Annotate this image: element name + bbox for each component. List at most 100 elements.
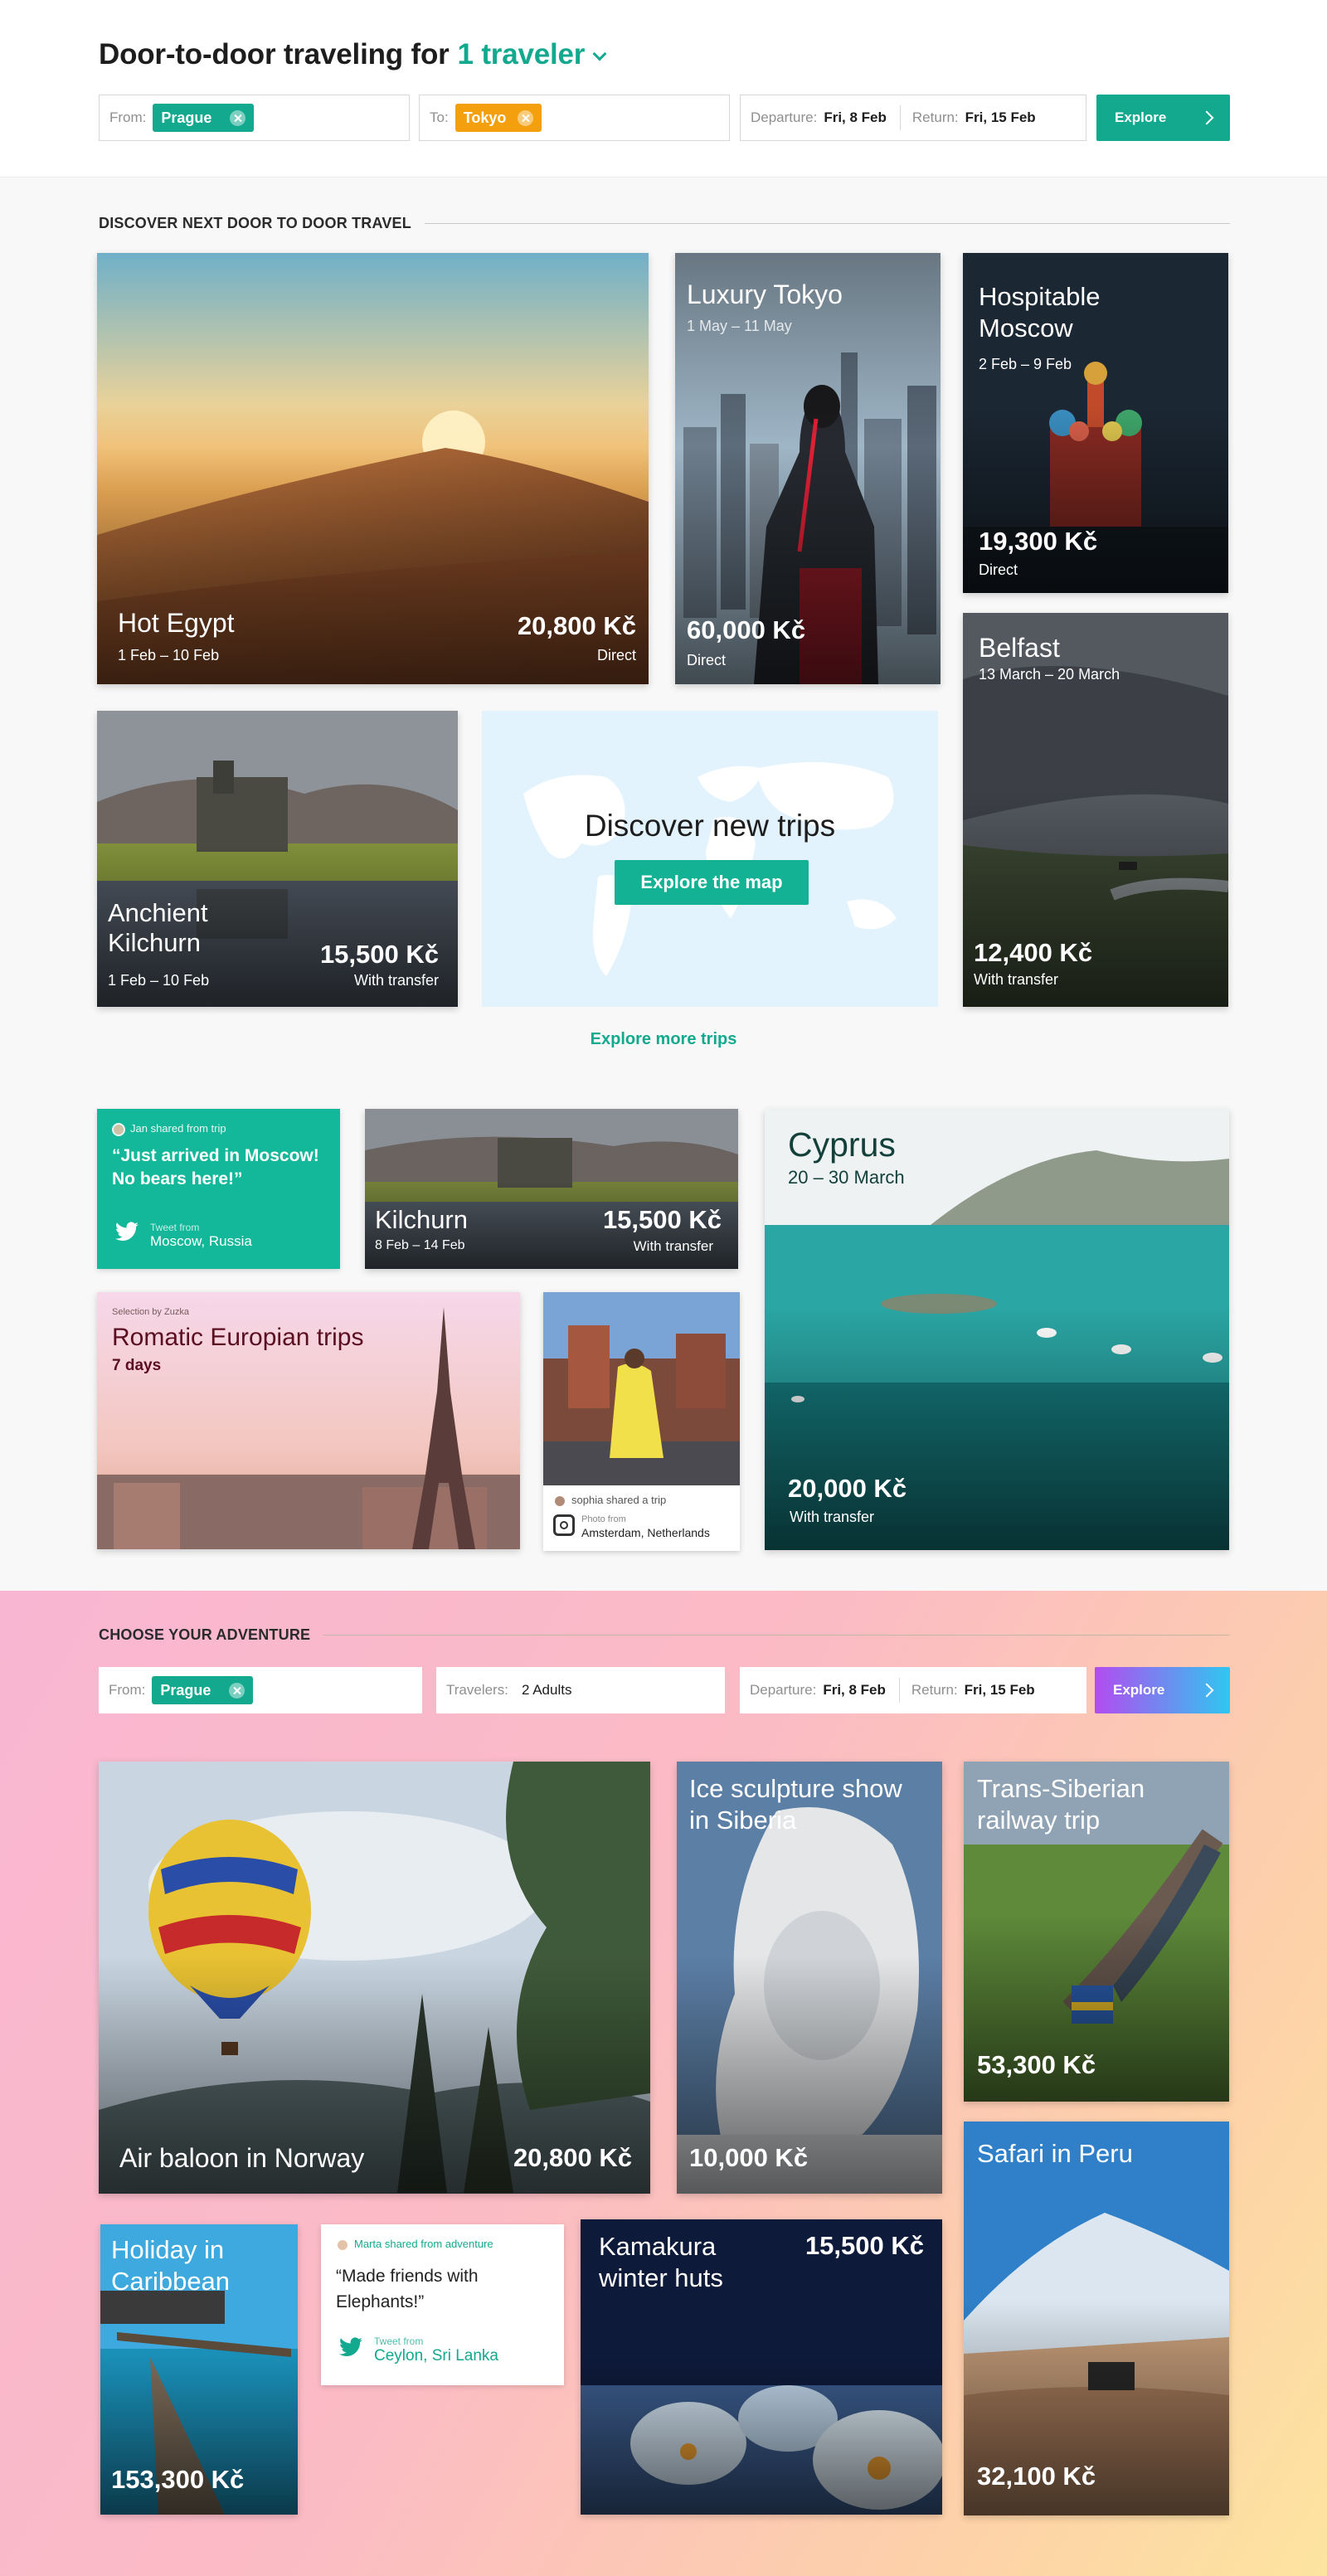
trip-card-moscow[interactable]: Hospitable Moscow 2 Feb – 9 Feb 19,300 K… xyxy=(963,253,1228,593)
from-field[interactable]: From: Prague xyxy=(99,1667,422,1713)
adventure-card-kamakura[interactable]: Kamakura winter huts 15,500 Kč xyxy=(581,2219,942,2515)
twitter-icon xyxy=(115,1222,139,1242)
twitter-icon xyxy=(339,2337,362,2357)
card-title: Trans-Siberian railway trip xyxy=(977,1774,1145,1835)
card-price: 20,000 Kč xyxy=(788,1474,907,1503)
card-note: Direct xyxy=(979,561,1018,578)
trip-card-tokyo[interactable]: Luxury Tokyo 1 May – 11 May 60,000 Kč Di… xyxy=(675,253,941,684)
dates-field[interactable]: Departure: Fri, 8 Feb Return: Fri, 15 Fe… xyxy=(740,1667,1086,1713)
collection-card-romantic[interactable]: Selection by Zuzka Romatic Europian trip… xyxy=(97,1292,520,1549)
to-field[interactable]: To: Tokyo xyxy=(419,95,730,141)
card-dates: 2 Feb – 9 Feb xyxy=(979,356,1072,372)
card-title: Safari in Peru xyxy=(977,2139,1133,2168)
explore-button[interactable]: Explore xyxy=(1096,95,1230,141)
card-price: 15,500 Kč xyxy=(602,1205,722,1234)
tweet-location: Moscow, Russia xyxy=(150,1233,252,1249)
clear-icon[interactable] xyxy=(230,109,246,126)
divider xyxy=(899,105,901,130)
card-title: Hospitable Moscow xyxy=(979,282,1101,343)
chevron-right-icon xyxy=(1199,1683,1214,1698)
section-title-discover: DISCOVER NEXT DOOR TO DOOR TRAVEL xyxy=(99,214,1230,232)
traveler-count[interactable]: 1 traveler xyxy=(458,38,586,70)
map-title: Discover new trips xyxy=(584,809,836,843)
card-price: 60,000 Kč xyxy=(687,615,806,644)
from-chip[interactable]: Prague xyxy=(153,104,255,132)
from-label: From: xyxy=(109,1682,146,1698)
explore-more-link[interactable]: Explore more trips xyxy=(0,1030,1327,1049)
card-price: 10,000 Kč xyxy=(689,2143,809,2172)
insta-location: Amsterdam, Netherlands xyxy=(581,1526,710,1539)
travelers-value[interactable]: 2 Adults xyxy=(522,1682,572,1699)
shared-by: Jan shared from trip xyxy=(130,1122,226,1135)
avatar xyxy=(112,1122,125,1136)
return-value[interactable]: Fri, 15 Feb xyxy=(965,1682,1035,1699)
chevron-down-icon[interactable] xyxy=(592,46,607,61)
explore-button[interactable]: Explore xyxy=(1095,1667,1230,1713)
shared-by: sophia shared a trip xyxy=(571,1494,667,1506)
avatar xyxy=(553,1494,566,1508)
dates-field[interactable]: Departure: Fri, 8 Feb Return: Fri, 15 Fe… xyxy=(740,95,1086,141)
tweet-card-moscow[interactable]: Jan shared from trip “Just arrived in Mo… xyxy=(97,1109,340,1269)
adventure-card-peru[interactable]: Safari in Peru 32,100 Kč xyxy=(964,2122,1229,2515)
page-title-text: Door-to-door traveling for xyxy=(99,38,450,70)
search-header: Door-to-door traveling for 1 traveler Fro… xyxy=(0,0,1327,177)
card-dates: 13 March – 20 March xyxy=(979,666,1120,683)
card-title: Ice sculpture show in Siberia xyxy=(689,1774,902,1835)
card-title: Luxury Tokyo xyxy=(687,279,843,309)
insta-card-amsterdam[interactable]: sophia shared a trip Photo from Amsterda… xyxy=(543,1292,740,1551)
trip-card-kilchurn[interactable]: Anchient Kilchurn 1 Feb – 10 Feb 15,500 … xyxy=(97,711,458,1007)
image-shade xyxy=(675,447,941,684)
travelers-field[interactable]: Travelers: 2 Adults xyxy=(436,1667,725,1713)
card-price: 53,300 Kč xyxy=(977,2050,1096,2079)
from-field[interactable]: From: Prague xyxy=(99,95,410,141)
explore-label: Explore xyxy=(1113,1682,1165,1698)
card-title: Anchient Kilchurn xyxy=(108,898,208,957)
map-card[interactable]: Discover new trips Explore the map xyxy=(482,711,938,1007)
departure-value[interactable]: Fri, 8 Feb xyxy=(824,109,887,126)
departure-label: Departure: xyxy=(750,1682,817,1698)
card-title: Kilchurn xyxy=(375,1205,468,1234)
return-value[interactable]: Fri, 15 Feb xyxy=(965,109,1036,126)
section-title-text: DISCOVER NEXT DOOR TO DOOR TRAVEL xyxy=(99,214,411,231)
to-value: Tokyo xyxy=(463,109,507,126)
trip-card-kilchurn-small[interactable]: Kilchurn 8 Feb – 14 Feb 15,500 Kč With t… xyxy=(365,1109,738,1269)
card-dates: 1 Feb – 10 Feb xyxy=(118,647,220,663)
adventure-card-trans-siberian[interactable]: Trans-Siberian railway trip 53,300 Kč xyxy=(964,1762,1229,2102)
card-price: 15,500 Kč xyxy=(804,2231,924,2260)
adventure-card-siberia[interactable]: Ice sculpture show in Siberia 10,000 Kč xyxy=(677,1762,942,2194)
departure-value[interactable]: Fri, 8 Feb xyxy=(823,1682,886,1699)
trip-card-cyprus[interactable]: Cyprus 20 – 30 March 20,000 Kč With tran… xyxy=(765,1109,1229,1550)
card-note: With transfer xyxy=(974,971,1059,988)
to-chip[interactable]: Tokyo xyxy=(454,104,542,132)
page-title: Door-to-door traveling for 1 traveler xyxy=(99,38,607,71)
from-value: Prague xyxy=(161,109,212,126)
card-price: 20,800 Kč xyxy=(517,611,636,640)
card-price: 32,100 Kč xyxy=(977,2462,1096,2491)
clear-icon[interactable] xyxy=(229,1682,245,1699)
selection-by: Selection by Zuzka xyxy=(112,1307,189,1317)
from-label: From: xyxy=(109,109,147,125)
card-dates: 8 Feb – 14 Feb xyxy=(375,1238,465,1252)
traveler-selector[interactable]: 1 traveler xyxy=(458,38,607,70)
card-title: Air baloon in Norway xyxy=(119,2143,365,2173)
shared-by: Marta shared from adventure xyxy=(354,2238,493,2250)
chevron-right-icon xyxy=(1199,110,1214,125)
card-price: 12,400 Kč xyxy=(974,938,1093,967)
trip-card-belfast[interactable]: Belfast 13 March – 20 March 12,400 Kč Wi… xyxy=(963,613,1228,1007)
return-label: Return: xyxy=(911,109,959,125)
trip-card-egypt[interactable]: Hot Egypt 1 Feb – 10 Feb 20,800 Kč Direc… xyxy=(97,253,649,684)
card-price: 19,300 Kč xyxy=(979,527,1098,556)
adventure-card-caribbean[interactable]: Holiday in Caribbean 153,300 Kč xyxy=(100,2224,298,2515)
card-days: 7 days xyxy=(112,1357,162,1374)
from-chip[interactable]: Prague xyxy=(152,1676,254,1704)
card-note: Direct xyxy=(687,652,727,668)
section-title-text: CHOOSE YOUR ADVENTURE xyxy=(99,1626,311,1643)
travelers-label: Travelers: xyxy=(446,1682,508,1698)
card-title: Kamakura winter huts xyxy=(599,2232,723,2292)
card-note: With transfer xyxy=(790,1509,875,1525)
tweet-card-srilanka[interactable]: Marta shared from adventure “Made friend… xyxy=(321,2224,564,2385)
world-map-image xyxy=(523,762,897,976)
explore-map-button[interactable]: Explore the map xyxy=(615,860,809,905)
adventure-card-norway[interactable]: Air baloon in Norway 20,800 Kč xyxy=(99,1762,650,2194)
clear-icon[interactable] xyxy=(518,109,534,126)
